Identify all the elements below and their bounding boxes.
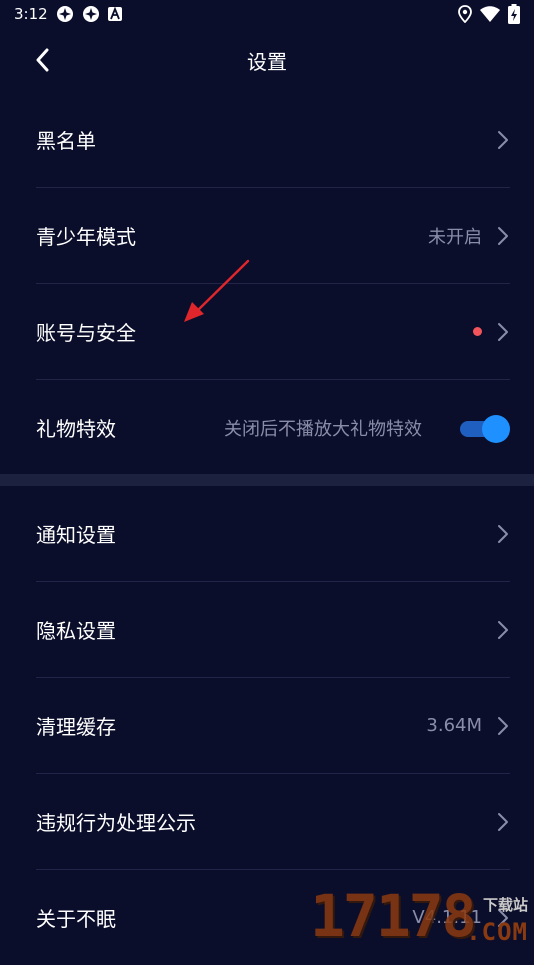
chevron-right-icon xyxy=(498,908,508,927)
chevron-right-icon xyxy=(498,226,508,245)
row-right: 未开启 xyxy=(428,223,510,249)
toggle-knob xyxy=(482,414,510,443)
settings-group-2: 通知设置 隐私设置 清理缓存 3.64M 违规行为处理公示 关于不眠 V4.1.… xyxy=(0,486,534,965)
row-right: 关闭后不播放大礼物特效 xyxy=(224,414,510,443)
row-clear-cache[interactable]: 清理缓存 3.64M xyxy=(36,678,510,774)
row-right xyxy=(496,811,510,833)
row-right xyxy=(496,619,510,641)
teen-mode-status: 未开启 xyxy=(428,226,482,248)
chevron-right-icon xyxy=(498,524,508,543)
row-violation-notice[interactable]: 违规行为处理公示 xyxy=(36,774,510,870)
app-icon-2 xyxy=(82,6,99,22)
status-bar: 3:12 xyxy=(0,0,534,28)
notification-dot xyxy=(473,327,482,336)
chevron-right-icon xyxy=(498,716,508,735)
row-right: V4.1.11 xyxy=(412,907,510,929)
page-title: 设置 xyxy=(247,49,287,74)
a-icon xyxy=(107,7,122,21)
row-label: 黑名单 xyxy=(36,129,96,153)
battery-icon xyxy=(508,4,520,24)
location-icon xyxy=(458,5,472,23)
chevron-right-icon xyxy=(498,130,508,149)
row-right xyxy=(473,321,510,343)
gift-effects-toggle[interactable] xyxy=(460,414,510,443)
nav-bar: 设置 xyxy=(0,28,534,92)
app-version: V4.1.11 xyxy=(412,907,482,928)
wifi-icon xyxy=(480,6,500,22)
row-label: 青少年模式 xyxy=(36,225,136,249)
chevron-right-icon xyxy=(498,322,508,341)
row-label: 关于不眠 xyxy=(36,907,116,931)
settings-group-1: 黑名单 青少年模式 未开启 账号与安全 礼物特效 关闭后不播放大礼物特效 xyxy=(0,92,534,475)
row-label: 账号与安全 xyxy=(36,321,136,345)
status-left: 3:12 xyxy=(14,5,122,23)
row-right xyxy=(496,523,510,545)
status-time: 3:12 xyxy=(14,5,48,23)
row-about[interactable]: 关于不眠 V4.1.11 xyxy=(36,870,510,965)
row-label: 隐私设置 xyxy=(36,619,116,643)
row-right xyxy=(496,129,510,151)
row-teen-mode[interactable]: 青少年模式 未开启 xyxy=(36,188,510,284)
row-privacy-settings[interactable]: 隐私设置 xyxy=(36,582,510,678)
row-gift-effects: 礼物特效 关闭后不播放大礼物特效 xyxy=(36,380,510,475)
row-label: 礼物特效 xyxy=(36,417,116,441)
row-label: 通知设置 xyxy=(36,523,116,547)
row-label: 清理缓存 xyxy=(36,715,116,739)
cache-size: 3.64M xyxy=(426,715,482,736)
status-right xyxy=(458,4,520,24)
row-account-security[interactable]: 账号与安全 xyxy=(36,284,510,380)
row-blacklist[interactable]: 黑名单 xyxy=(36,92,510,188)
section-divider xyxy=(0,474,534,486)
row-right: 3.64M xyxy=(426,715,510,737)
app-icon-1 xyxy=(56,6,73,22)
row-label: 违规行为处理公示 xyxy=(36,811,196,835)
chevron-right-icon xyxy=(498,620,508,639)
row-notification-settings[interactable]: 通知设置 xyxy=(36,486,510,582)
chevron-right-icon xyxy=(498,812,508,831)
gift-effects-hint: 关闭后不播放大礼物特效 xyxy=(224,418,422,440)
